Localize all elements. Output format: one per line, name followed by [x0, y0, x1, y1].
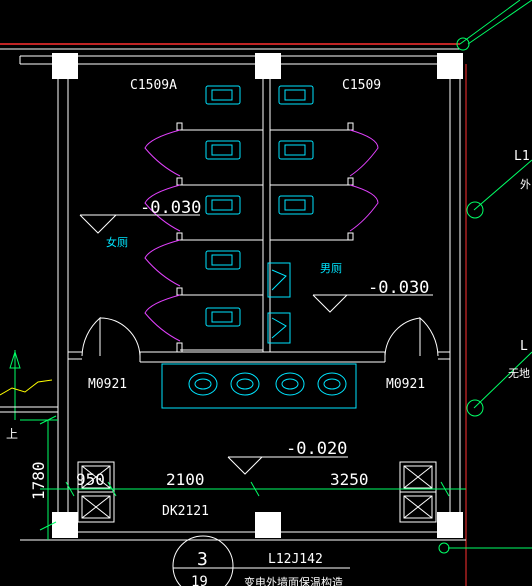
- door-label-right: M0921: [386, 377, 425, 392]
- right-axis-leaders: [438, 159, 532, 554]
- room-label-male: 男厕: [320, 262, 342, 275]
- right-tag-2: L: [520, 339, 528, 354]
- elevation-label-left: -0.030: [140, 198, 201, 218]
- column: [255, 512, 281, 538]
- dimension-3250: 3250: [330, 470, 369, 489]
- door-label-left: M0921: [88, 377, 127, 392]
- floor-plan-drawing: C1509A C1509 女厕 男厕 -0.030 -0.030 -0.020 …: [0, 0, 532, 586]
- dimension-950: 950: [76, 470, 105, 489]
- urinals: [267, 262, 291, 344]
- dimension-2100: 2100: [166, 470, 205, 489]
- right-tag-2-note: 无地: [508, 367, 530, 380]
- room-label-female: 女厕: [106, 235, 128, 249]
- inner-wall: [68, 351, 450, 363]
- left-axis-marks: [0, 350, 58, 420]
- dimension-1780: 1780: [29, 461, 48, 500]
- right-tag-1: L1: [514, 149, 530, 164]
- elevation-label-right: -0.030: [368, 278, 429, 298]
- column: [255, 53, 281, 79]
- outer-walls: [20, 64, 467, 586]
- left-mark: 上: [6, 427, 18, 441]
- detail-sheet: 19: [191, 574, 208, 586]
- door-label-bottom: DK2121: [162, 504, 209, 519]
- column: [52, 512, 78, 538]
- diagonal-axis: [456, 0, 532, 51]
- column: [437, 512, 463, 538]
- center-partition: [262, 79, 271, 352]
- elevation-markers: [79, 214, 433, 475]
- column: [437, 53, 463, 79]
- column: [52, 53, 78, 79]
- wash-basins: [161, 363, 357, 409]
- toilets: [205, 85, 314, 327]
- cubicle-door-swings: [144, 129, 379, 342]
- window-label-right: C1509: [342, 78, 381, 93]
- right-tag-1-note: 外: [520, 178, 531, 191]
- detail-reference: L12J142: [268, 552, 323, 567]
- cubicle-partitions: [176, 122, 354, 353]
- elevation-label-bottom: -0.020: [286, 439, 347, 459]
- window-label-left: C1509A: [130, 78, 177, 93]
- detail-number: 3: [197, 549, 208, 570]
- detail-note: 变电外墙面保温构造: [244, 575, 343, 586]
